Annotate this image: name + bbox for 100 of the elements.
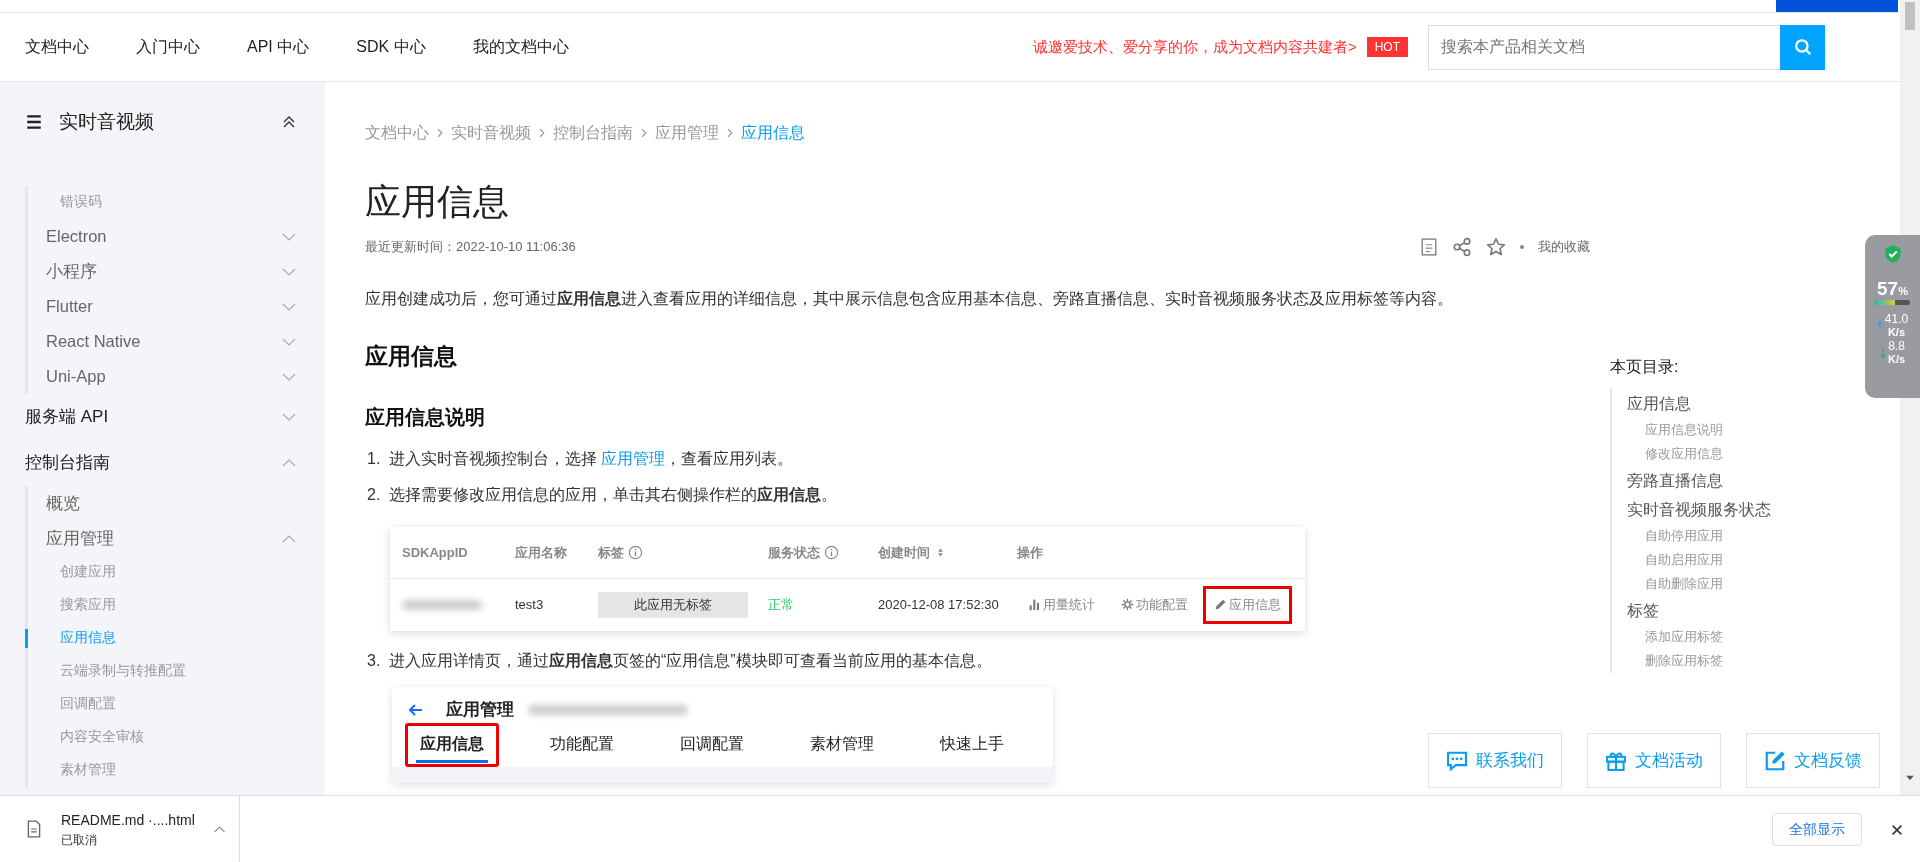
separator-dot [1520, 245, 1524, 250]
float-button[interactable]: 文档反馈 [1746, 733, 1880, 788]
sidebar-item[interactable]: 服务端 API [0, 394, 325, 440]
sidebar-item[interactable]: 控制台指南 [0, 440, 325, 486]
breadcrumb-link[interactable]: 应用管理 [655, 121, 719, 145]
hot-badge: HOT [1366, 37, 1408, 57]
breadcrumb-link[interactable]: 实时音视频 [451, 121, 531, 145]
download-status: 已取消 [61, 831, 98, 849]
menu-icon[interactable] [25, 113, 43, 131]
sidebar-item[interactable]: 搜索应用 [28, 589, 325, 622]
toc-link[interactable]: 标签 [1627, 596, 1880, 625]
back-arrow-icon [408, 701, 424, 718]
scrollbar-thumb[interactable] [1905, 2, 1915, 30]
chevron-right-icon [537, 128, 547, 138]
speed-reading: 41.0 [1884, 312, 1909, 326]
float-button[interactable]: 文档活动 [1587, 733, 1721, 788]
file-icon [25, 819, 43, 839]
sidebar-item[interactable]: 概览 [28, 486, 325, 521]
page-title: 应用信息 [365, 180, 510, 224]
action-link[interactable]: 功能配置 [1110, 586, 1199, 624]
search-field[interactable]: 搜索本产品相关文档 [1428, 24, 1780, 70]
action-link[interactable]: 用量统计 [1017, 586, 1106, 624]
tab[interactable]: 快速上手 [925, 722, 1019, 767]
step-text: 进入应用详情页，通过应用信息页签的“应用信息”模块即可查看当前应用的基本信息。 [389, 650, 992, 671]
toc-link[interactable]: 修改应用信息 [1627, 442, 1880, 466]
info-icon [824, 544, 839, 560]
sidebar-item[interactable]: 云端录制与转推配置 [28, 655, 325, 688]
sidebar-item[interactable]: React Native [28, 324, 325, 359]
file-name: README.md ·....html [61, 810, 195, 830]
breadcrumb-link[interactable]: 控制台指南 [553, 121, 633, 145]
nav-link[interactable]: 入门中心 [136, 35, 200, 59]
sidebar-item[interactable]: 素材管理 [28, 754, 325, 787]
step-text: 进入实时音视频控制台，选择 应用管理，查看应用列表。 [389, 448, 794, 469]
search-button[interactable] [1780, 24, 1825, 70]
chevron-right-icon [639, 128, 649, 138]
tag-label: 此应用无标签 [598, 592, 748, 618]
step-number: 2. [367, 484, 382, 505]
sidebar-item[interactable]: 应用信息 [28, 622, 325, 655]
close-icon [1890, 822, 1904, 837]
toc-link[interactable]: 自助删除应用 [1627, 572, 1880, 596]
sidebar-item[interactable]: 内容安全审核 [28, 721, 325, 754]
favorites-link[interactable]: 我的收藏 [1538, 237, 1590, 257]
tab[interactable]: 回调配置 [665, 722, 759, 767]
collapse-icon[interactable] [281, 114, 297, 130]
chat-icon [1446, 749, 1468, 772]
sidebar-item[interactable]: 应用管理 [28, 521, 325, 556]
info-icon [628, 544, 643, 560]
percent-unit: % [1898, 285, 1908, 297]
tab[interactable]: 应用信息 [405, 722, 499, 767]
app-title: 应用管理 [446, 699, 514, 722]
percent-reading: 57 [1877, 278, 1899, 299]
sidebar-item[interactable]: 错误码 [28, 186, 325, 219]
toc-link[interactable]: 实时音视频服务状态 [1627, 495, 1880, 524]
toc-link[interactable]: 旁路直播信息 [1627, 466, 1880, 495]
toc-link[interactable]: 自助启用应用 [1627, 548, 1880, 572]
gift-icon [1605, 749, 1627, 772]
edit-icon [1764, 749, 1786, 772]
breadcrumb-link[interactable]: 应用信息 [741, 121, 805, 145]
speed-unit: K/s [1886, 326, 1907, 339]
toc-link[interactable]: 添加应用标签 [1627, 625, 1880, 649]
toc-link[interactable]: 删除应用标签 [1627, 649, 1880, 673]
tab[interactable]: 素材管理 [795, 722, 889, 767]
download-item[interactable]: README.md ·....html 已取消 [0, 795, 240, 862]
toc-link[interactable]: 应用信息 [1627, 389, 1880, 418]
sidebar-item[interactable]: Flutter [28, 289, 325, 324]
nav-link[interactable]: SDK 中心 [356, 35, 426, 59]
sidebar-item[interactable]: 回调配置 [28, 688, 325, 721]
table-cell-text: test3 [515, 596, 544, 615]
tab[interactable]: 功能配置 [535, 722, 629, 767]
sidebar-item[interactable]: 小程序 [28, 254, 325, 289]
document-icon[interactable] [1420, 238, 1438, 257]
pencil-icon [1214, 598, 1227, 612]
breadcrumb-link[interactable]: 文档中心 [365, 121, 429, 145]
column-header: 创建时间 [878, 543, 930, 562]
sidebar-item[interactable]: Electron [28, 219, 325, 254]
up-arrow-icon [1876, 318, 1883, 333]
share-icon[interactable] [1452, 237, 1472, 258]
step-number: 1. [367, 448, 382, 469]
sidebar-title[interactable]: 实时音视频 [59, 107, 154, 137]
show-all-button[interactable]: 全部显示 [1772, 812, 1862, 846]
sidebar-item[interactable]: 创建应用 [28, 556, 325, 589]
speed-unit: K/s [1887, 353, 1906, 366]
toc-link[interactable]: 应用信息说明 [1627, 418, 1880, 442]
star-icon[interactable] [1486, 237, 1506, 258]
intro-paragraph: 应用创建成功后，您可通过应用信息进入查看应用的详细信息，其中展示信息包含应用基本信息、旁路直播信息、实时音视频服务状态及应用标签等内容。 [365, 289, 1454, 310]
console-link[interactable]: 应用管理 [601, 449, 666, 467]
nav-link[interactable]: 我的文档中心 [472, 35, 569, 59]
promo-link[interactable]: 诚邀爱技术、爱分享的你，成为文档内容共建者> [1032, 35, 1357, 59]
search-icon [1793, 38, 1812, 56]
toc-link[interactable]: 自助停用应用 [1627, 524, 1880, 548]
nav-link[interactable]: 文档中心 [25, 35, 89, 59]
action-link[interactable]: 应用信息 [1203, 586, 1292, 624]
step-number: 3. [367, 650, 382, 671]
nav-link[interactable]: API 中心 [247, 35, 310, 59]
sidebar-item[interactable]: Uni-App [28, 359, 325, 394]
status-text: 正常 [768, 596, 794, 615]
toc-title: 本页目录: [1610, 357, 1680, 377]
column-header: SDKAppID [402, 543, 468, 562]
update-time: 最近更新时间：2022-10-10 11:06:36 [365, 238, 576, 257]
float-button[interactable]: 联系我们 [1428, 733, 1562, 788]
